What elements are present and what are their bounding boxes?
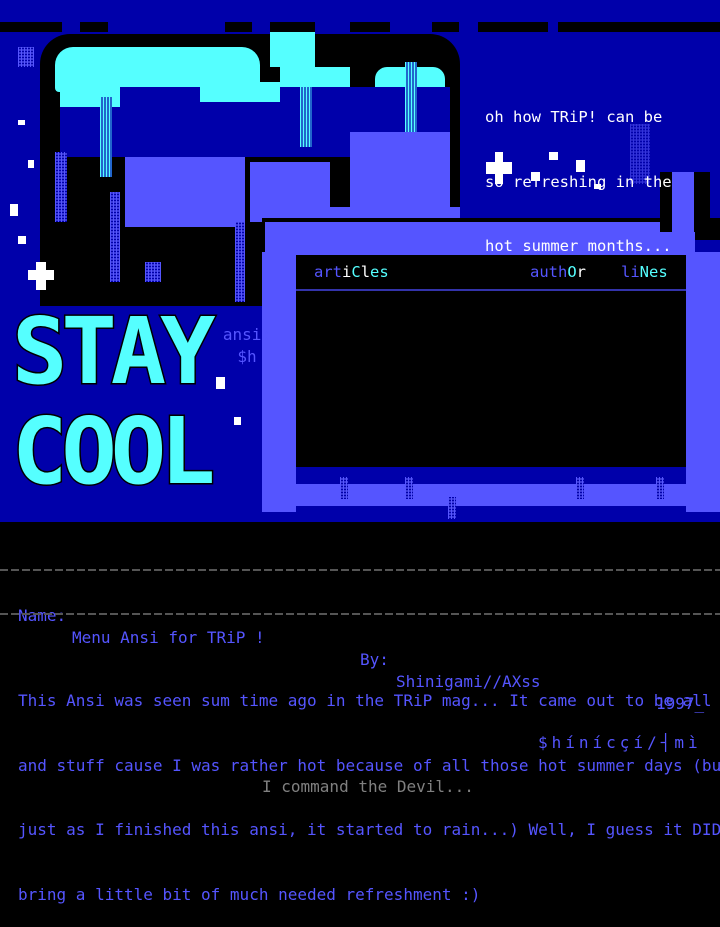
star xyxy=(216,377,225,389)
name-value: Menu Ansi for TRiP ! xyxy=(72,628,265,647)
menu-box: artiCles authOr liNes xyxy=(296,255,686,467)
cool-title: COOL xyxy=(11,398,218,505)
tagline: oh how TRiP! can be so refreshing in the… xyxy=(485,108,672,255)
menu-item-lines[interactable]: liNes xyxy=(621,263,668,281)
menu-divider xyxy=(296,289,686,291)
menu-item-author[interactable]: authOr xyxy=(530,263,586,281)
stay-title: STAY xyxy=(11,298,218,405)
star xyxy=(18,120,25,125)
divider-bottom xyxy=(0,613,720,615)
divider-top xyxy=(0,569,720,571)
star xyxy=(18,236,26,244)
footer-quote: I command the Devil... xyxy=(262,777,474,796)
star xyxy=(10,204,18,216)
menu-item-articles[interactable]: artiCles xyxy=(314,263,389,281)
star xyxy=(234,417,241,425)
signature: $hínícçí/┤mì xyxy=(538,733,702,752)
star-cross xyxy=(36,262,46,290)
ansi-credit: ansi: $h xyxy=(222,325,272,366)
top-bar: - T R I P ! - press alt+s to enter setup… xyxy=(0,0,720,86)
star xyxy=(28,160,34,168)
name-label: Name: xyxy=(18,606,67,625)
